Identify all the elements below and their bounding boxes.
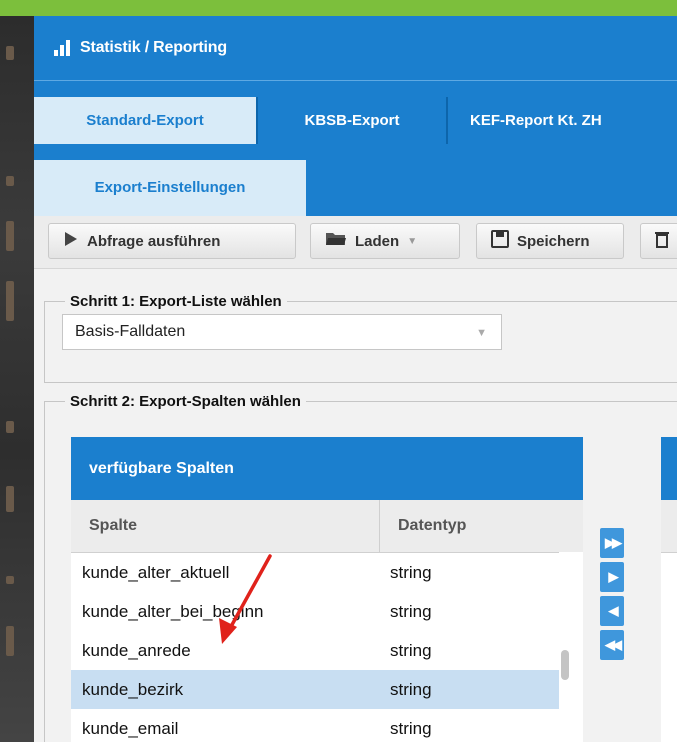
cell-datentyp: string (390, 602, 432, 621)
tab-kef-report[interactable]: KEF-Report Kt. ZH (448, 97, 677, 145)
run-query-button[interactable]: Abfrage ausführen (48, 223, 296, 259)
cell-datentyp: string (390, 719, 432, 738)
app-title: Statistik / Reporting (80, 39, 227, 56)
tab-kbsb-export[interactable]: KBSB-Export (258, 97, 446, 145)
move-all-left-button[interactable]: ◀◀ (600, 630, 624, 660)
bar-chart-icon (54, 40, 70, 56)
load-label: Laden (355, 232, 400, 250)
background-window-strip (0, 16, 34, 742)
cell-spalte: kunde_alter_aktuell (82, 563, 230, 582)
selected-columns-header (661, 500, 677, 553)
top-accent-bar (0, 0, 677, 16)
export-list-select[interactable]: Basis-Falldaten ▼ (62, 314, 502, 350)
move-right-button[interactable]: ▶ (600, 562, 624, 592)
move-all-right-button[interactable]: ▶▶ (600, 528, 624, 558)
play-icon (63, 231, 79, 251)
available-columns-title: verfügbare Spalten (71, 437, 583, 500)
move-buttons: ▶▶ ▶ ◀ ◀◀ (600, 528, 624, 664)
table-row[interactable]: kunde_alter_aktuell string (71, 553, 559, 592)
save-button[interactable]: Speichern (476, 223, 624, 259)
selected-columns-grid (661, 437, 677, 742)
trash-icon (655, 230, 669, 252)
save-label: Speichern (517, 232, 590, 250)
cell-spalte: kunde_alter_bei_beginn (82, 602, 264, 621)
tab-standard-export[interactable]: Standard-Export (34, 97, 256, 145)
main-tab-bar: Standard-Export KBSB-Export KEF-Report K… (34, 80, 677, 145)
available-columns-grid: verfügbare Spalten Spalte Datentyp kunde… (71, 437, 583, 742)
app-titlebar: Statistik / Reporting (34, 16, 677, 80)
folder-icon (325, 231, 347, 251)
grid-header: Spalte Datentyp (71, 500, 583, 553)
chevron-down-icon: ▼ (407, 235, 418, 247)
run-query-label: Abfrage ausführen (87, 232, 221, 250)
column-divider (379, 500, 380, 552)
cell-datentyp: string (390, 680, 432, 699)
move-left-button[interactable]: ◀ (600, 596, 624, 626)
floppy-disk-icon (491, 230, 509, 252)
toolbar: Abfrage ausführen Laden ▼ Speichern (34, 216, 677, 269)
step1-legend: Schritt 1: Export-Liste wählen (70, 293, 282, 310)
selected-columns-title-bar (661, 437, 677, 500)
main-content: Schritt 1: Export-Liste wählen Basis-Fal… (34, 269, 677, 742)
table-row[interactable]: kunde_anrede string (71, 631, 559, 670)
cell-spalte: kunde_bezirk (82, 680, 184, 699)
chevron-down-icon: ▼ (476, 327, 487, 339)
cell-datentyp: string (390, 641, 432, 660)
statistik-app-window: Statistik / Reporting Standard-Export KB… (34, 16, 677, 742)
table-row-selected[interactable]: kunde_bezirk string (71, 670, 559, 709)
cell-spalte: kunde_anrede (82, 641, 191, 660)
table-row[interactable]: kunde_email string (71, 709, 559, 742)
cell-datentyp: string (390, 563, 432, 582)
vertical-scrollbar[interactable] (559, 552, 583, 742)
table-row[interactable]: kunde_alter_bei_beginn string (71, 592, 559, 631)
export-list-value: Basis-Falldaten (75, 323, 186, 340)
scrollbar-thumb[interactable] (561, 650, 569, 680)
load-button[interactable]: Laden ▼ (310, 223, 460, 259)
tab-export-einstellungen[interactable]: Export-Einstellungen (34, 160, 306, 216)
column-header-spalte[interactable]: Spalte (89, 500, 137, 552)
sub-tab-bar: Export-Einstellungen (34, 144, 677, 216)
column-header-datentyp[interactable]: Datentyp (398, 500, 466, 552)
cell-spalte: kunde_email (82, 719, 179, 738)
step2-legend: Schritt 2: Export-Spalten wählen (70, 393, 301, 410)
delete-button[interactable] (640, 223, 677, 259)
